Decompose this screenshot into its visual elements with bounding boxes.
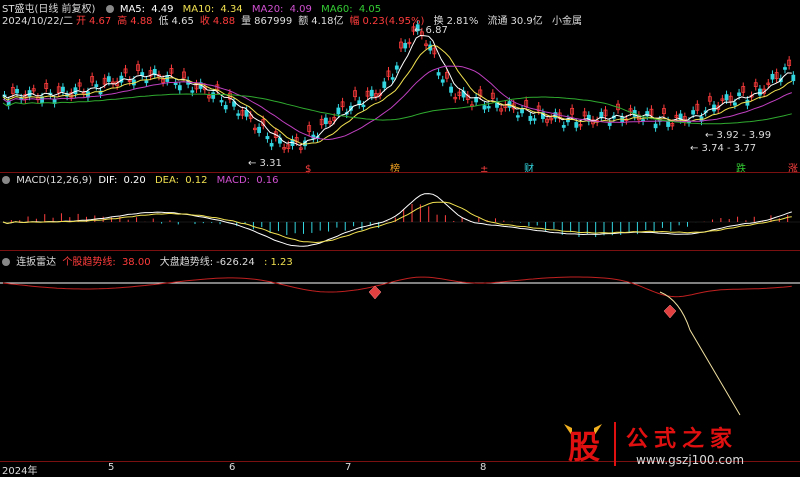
watermark-url: www.gszj100.com (636, 453, 744, 467)
candle-body (449, 86, 453, 93)
candle-body (758, 88, 762, 96)
price-panel-divider (0, 172, 800, 173)
event-marker-5: 涨 (788, 163, 798, 175)
watermark-logo: 股 公式之家 www.gszj100.com (558, 418, 794, 470)
stock-trend: 个股趋势线: 38.00 (62, 257, 151, 268)
candle-body (265, 136, 270, 140)
ma60-line (2, 93, 792, 125)
candle-body (361, 104, 366, 108)
macd-panel-divider (0, 250, 800, 251)
candle-body (783, 67, 787, 70)
candle-body (244, 109, 249, 117)
candle-body (15, 88, 19, 94)
candle-body (520, 108, 524, 114)
axis-label-year: 2024年 (2, 466, 38, 477)
annotation-right-bottom: ← 3.74 - 3.77 (690, 143, 756, 154)
candle-body (190, 90, 195, 93)
candle-body (236, 113, 241, 116)
axis-label-jul: 7 (345, 462, 352, 473)
candle-body (745, 99, 750, 106)
macd-value: MACD: 0.16 (216, 175, 279, 186)
candle-body (436, 72, 441, 76)
annotation-right-top: ← 3.92 - 3.99 (705, 130, 771, 141)
event-marker-3: 财 (524, 162, 534, 175)
candle-body (223, 105, 228, 110)
candle-body (653, 123, 658, 129)
candle-body (599, 111, 604, 118)
axis-label-aug: 8 (480, 462, 487, 473)
event-marker-2: ± (480, 164, 488, 175)
candle-body (369, 89, 374, 97)
candle-body (177, 85, 182, 91)
candle-body (712, 104, 716, 112)
macd-header: MACD(12,26,9) DIF: 0.20 DEA: 0.12 MACD: … (2, 175, 284, 186)
dea-value: DEA: 0.12 (154, 175, 208, 186)
candle-body (732, 102, 737, 106)
candle-body (269, 143, 274, 147)
candle-body (257, 126, 261, 133)
candle-body (394, 65, 399, 70)
candle-body (323, 117, 328, 125)
annotation-low-mark: ← 3.31 (248, 158, 282, 169)
candle-body (691, 110, 696, 115)
watermark-site-name: 公式之家 (626, 426, 738, 452)
candle-body (561, 125, 566, 128)
candle-body (440, 79, 445, 83)
candle-body (173, 82, 178, 85)
candle-body (482, 105, 487, 110)
candle-body (219, 100, 224, 103)
candle-body (515, 115, 520, 118)
candle-body (532, 118, 537, 121)
candle-body (144, 80, 149, 84)
watermark-logo-char: 股 (568, 428, 600, 466)
ma5-line (2, 34, 792, 146)
candle-body (791, 74, 796, 82)
radar-diamond-icon (368, 285, 382, 300)
macd-settings-icon[interactable] (2, 176, 10, 184)
radar-diamond-icon (663, 304, 677, 319)
dif-value: DIF: 0.20 (98, 175, 146, 186)
market-trend: 大盘趋势线: -626.24 (159, 257, 255, 268)
candle-body (94, 84, 99, 87)
candle-body (382, 81, 387, 88)
radar-stock-line (2, 276, 792, 298)
candle-body (390, 77, 395, 80)
candle-body (403, 42, 408, 49)
candle-body (211, 92, 216, 99)
annotation-high-mark: ← 6.87 (414, 25, 448, 36)
event-marker-0: $ (305, 164, 311, 175)
event-marker-4: 跌 (736, 162, 746, 175)
candle-body (528, 115, 533, 121)
ma10-line (2, 44, 793, 145)
event-marker-1: 榜 (390, 162, 400, 175)
candle-body (607, 122, 612, 126)
axis-label-may: 5 (108, 462, 115, 473)
candle-body (336, 107, 341, 115)
candle-body (737, 92, 741, 97)
candle-body (770, 73, 775, 80)
macd-dea-line (2, 201, 792, 244)
radar-header: 连扳雷达 个股趋势线: 38.00 大盘趋势线: -626.24 : 1.23 (2, 253, 296, 268)
radar-settings-icon[interactable] (2, 258, 10, 266)
candle-body (61, 86, 65, 92)
candle-body (574, 122, 579, 128)
chart-canvas[interactable]: ← 6.87 ← 3.31 ← 3.92 - 3.99 ← 3.74 - 3.77 $ 榜… (0, 0, 800, 474)
radar-title[interactable]: 连扳雷达 (16, 257, 56, 268)
macd-title[interactable]: MACD(12,26,9) (16, 175, 92, 186)
candle-body (106, 76, 111, 82)
candle-body (486, 106, 491, 109)
axis-label-jun: 6 (229, 462, 236, 473)
radar-extra: : 1.23 (263, 257, 293, 268)
candle-body (724, 94, 729, 101)
candle-body (140, 72, 145, 76)
